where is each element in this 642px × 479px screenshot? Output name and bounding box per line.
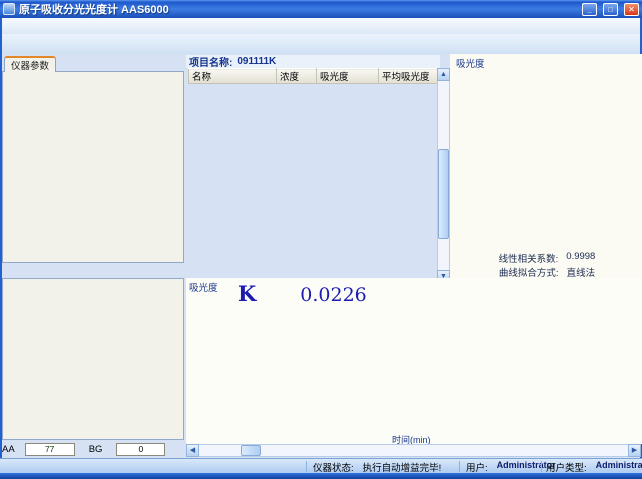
instrument-status-label: 仪器状态: [313, 460, 354, 474]
col-name[interactable]: 名称 [189, 69, 277, 84]
energy-readout-row: AA 77 BG 0 [2, 442, 184, 457]
user-type-status: 用户类型: Administrator [546, 460, 642, 474]
scroll-left-arrow-icon[interactable]: ◀ [186, 444, 199, 457]
results-header-row: 名称 浓度 吸光度 平均吸光度 [189, 69, 438, 84]
app-icon [3, 3, 15, 15]
project-row: 项目名称: 091111K [186, 55, 440, 68]
window-frame-bottom [0, 473, 642, 479]
user-label: 用户: [466, 460, 488, 474]
dynamics-scrollbar[interactable]: ◀ ▶ [186, 444, 641, 457]
col-absorbance[interactable]: 吸光度 [317, 69, 379, 84]
col-concentration[interactable]: 浓度 [277, 69, 317, 84]
flame-params-panel [2, 278, 184, 440]
close-button[interactable]: ✕ [624, 3, 639, 16]
user-status: 用户: Administrator [466, 460, 556, 474]
status-divider [459, 461, 460, 472]
aa-energy-value: 77 [26, 444, 74, 455]
correlation-value: 0.9998 [566, 251, 595, 265]
minimize-button[interactable]: _ [582, 3, 597, 16]
title-bar: 原子吸收分光光度计 AAS6000 _ □ ✕ [0, 0, 642, 18]
bg-label: BG [89, 444, 103, 455]
fit-method-value: 直线法 [567, 265, 596, 279]
project-label: 项目名称: [189, 54, 232, 69]
bg-energy-value: 0 [116, 443, 165, 456]
table-scrollbar[interactable]: ▲ ▼ [437, 68, 450, 283]
user-type-label: 用户类型: [546, 460, 587, 474]
aa-energy-bar: 77 [25, 443, 75, 456]
status-divider [541, 461, 542, 472]
tab-instrument-params[interactable]: 仪器参数 [4, 56, 56, 72]
toolbar [2, 34, 640, 54]
app-window: { "window": { "title": "原子吸收分光光度计 AAS600… [0, 0, 642, 479]
status-bar: 仪器状态: 执行自动增益完毕! 用户: Administrator 用户类型: … [0, 458, 642, 473]
instrument-params-panel [2, 71, 184, 263]
project-name: 091111K [237, 56, 276, 67]
status-divider [306, 461, 307, 472]
aa-label: AA [2, 444, 15, 455]
user-type-value: Administrator [596, 460, 642, 474]
params-tab-row: 仪器参数 [4, 56, 57, 72]
dynamics-chart [186, 278, 642, 444]
fit-method-label: 曲线拟合方式: [499, 265, 559, 279]
dynamics-scroll-thumb[interactable] [241, 445, 261, 456]
scroll-up-arrow-icon[interactable]: ▲ [437, 68, 450, 81]
table-scroll-thumb[interactable] [438, 149, 449, 239]
maximize-button[interactable]: □ [603, 3, 618, 16]
fit-method-row: 曲线拟合方式: 直线法 [452, 265, 642, 279]
correlation-row: 线性相关系数: 0.9998 [452, 251, 642, 265]
instrument-status-value: 执行自动增益完毕! [363, 460, 442, 474]
menu-bar [2, 18, 640, 34]
col-avg-absorbance[interactable]: 平均吸光度 [379, 69, 438, 84]
instrument-status: 仪器状态: 执行自动增益完毕! [313, 460, 441, 474]
calibration-chart [452, 60, 640, 250]
results-table: 名称 浓度 吸光度 平均吸光度 [188, 68, 438, 84]
scroll-right-arrow-icon[interactable]: ▶ [628, 444, 641, 457]
correlation-label: 线性相关系数: [499, 251, 559, 265]
window-title: 原子吸收分光光度计 AAS6000 [19, 1, 576, 17]
